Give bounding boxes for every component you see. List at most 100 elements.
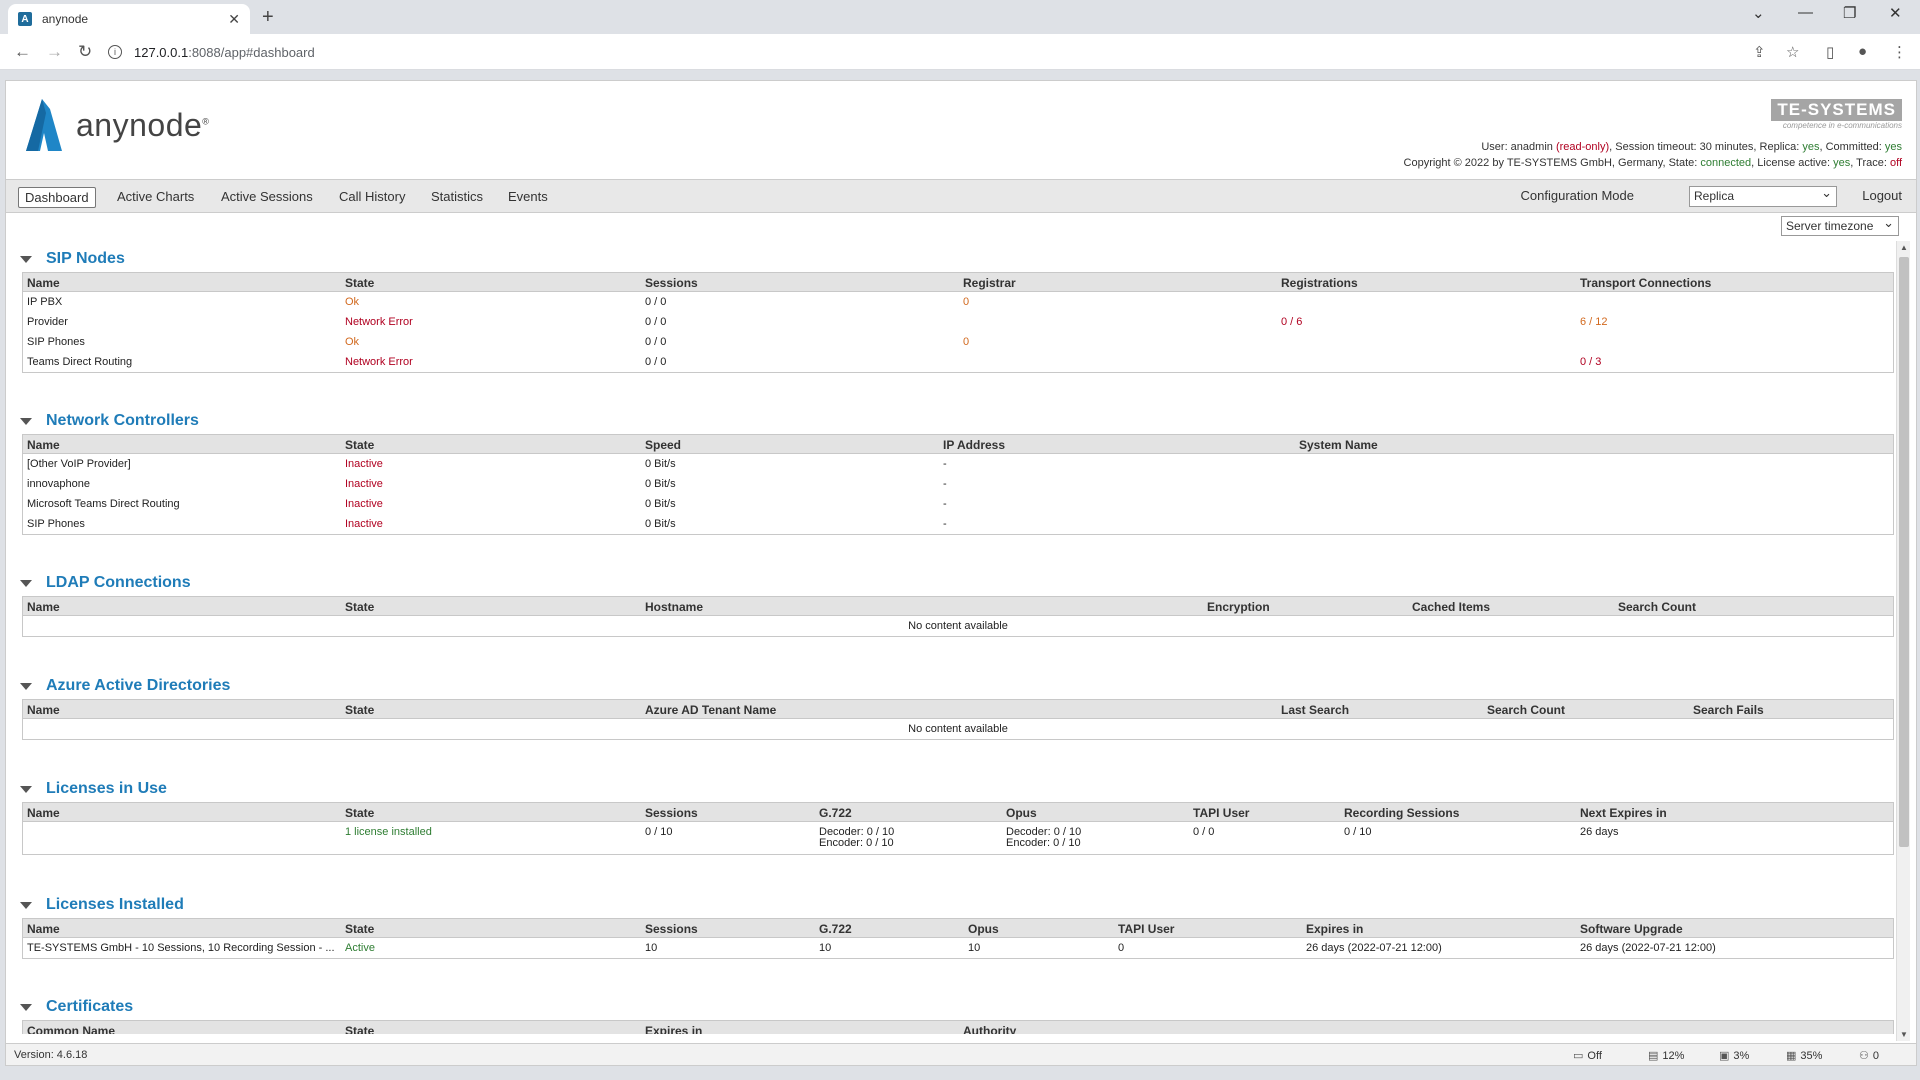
site-info-icon[interactable]: i [108,45,122,59]
col-expires-in[interactable]: Expires in [1306,922,1363,936]
collapse-toggle-icon[interactable] [20,1003,32,1011]
col-system-name[interactable]: System Name [1299,438,1378,452]
timezone-select[interactable]: Server timezone [1781,215,1899,236]
collapse-toggle-icon[interactable] [20,255,32,263]
col-next-expires[interactable]: Next Expires in [1580,806,1667,820]
table-row[interactable]: SIP Phones Ok 0 / 0 0 [23,332,1893,352]
browser-menu-icon[interactable]: ⋮ [1892,43,1907,61]
col-state[interactable]: State [345,922,374,936]
main-menu: Dashboard Active Charts Active Sessions … [6,179,1916,213]
col-speed[interactable]: Speed [645,438,681,452]
col-ip-address[interactable]: IP Address [943,438,1005,452]
scrollbar-thumb[interactable] [1899,257,1909,847]
col-name[interactable]: Name [27,600,60,614]
ldap-header[interactable]: LDAP Connections [14,570,1894,596]
col-recording-sessions[interactable]: Recording Sessions [1344,806,1459,820]
col-g722[interactable]: G.722 [819,806,852,820]
col-tenant-name[interactable]: Azure AD Tenant Name [645,703,776,717]
config-mode-select[interactable]: Replica [1689,185,1837,207]
table-row[interactable]: IP PBX Ok 0 / 0 0 [23,292,1893,312]
reload-icon[interactable]: ↻ [78,42,92,62]
col-state[interactable]: State [345,806,374,820]
col-tapi-user[interactable]: TAPI User [1118,922,1174,936]
table-row[interactable]: SIP Phones Inactive 0 Bit/s - [23,514,1893,534]
collapse-toggle-icon[interactable] [20,785,32,793]
section-title: Licenses Installed [46,896,184,913]
col-opus[interactable]: Opus [968,922,999,936]
col-name[interactable]: Name [27,438,60,452]
col-tapi-user[interactable]: TAPI User [1193,806,1249,820]
col-search-count[interactable]: Search Count [1618,600,1696,614]
side-panel-icon[interactable]: ▯ [1826,43,1834,61]
col-common-name[interactable]: Common Name [27,1024,115,1034]
table-row[interactable]: [Other VoIP Provider] Inactive 0 Bit/s - [23,454,1893,474]
collapse-toggle-icon[interactable] [20,417,32,425]
col-name[interactable]: Name [27,922,60,936]
col-state[interactable]: State [345,276,374,290]
licenses-installed-header[interactable]: Licenses Installed [14,892,1894,918]
col-state[interactable]: State [345,703,374,717]
menu-active-sessions[interactable]: Active Sessions [215,187,319,206]
cell-speed: 0 Bit/s [645,478,676,490]
scroll-down-icon[interactable]: ▼ [1900,1030,1908,1039]
col-opus[interactable]: Opus [1006,806,1037,820]
col-expires-in[interactable]: Expires in [645,1024,702,1034]
bookmark-star-icon[interactable]: ☆ [1786,43,1799,61]
azure-header[interactable]: Azure Active Directories [14,673,1894,699]
menu-statistics[interactable]: Statistics [425,187,489,206]
table-row[interactable]: innovaphone Inactive 0 Bit/s - [23,474,1893,494]
menu-events[interactable]: Events [502,187,554,206]
col-sessions[interactable]: Sessions [645,922,698,936]
col-authority[interactable]: Authority [963,1024,1016,1034]
col-sessions[interactable]: Sessions [645,806,698,820]
col-g722[interactable]: G.722 [819,922,852,936]
menu-dashboard[interactable]: Dashboard [18,187,96,208]
col-state[interactable]: State [345,1024,374,1034]
col-registrar[interactable]: Registrar [963,276,1016,290]
col-software-upgrade[interactable]: Software Upgrade [1580,922,1683,936]
col-state[interactable]: State [345,600,374,614]
minimize-icon[interactable]: — [1798,4,1813,21]
tab-search-icon[interactable]: ⌄ [1752,4,1765,22]
restore-icon[interactable]: ❐ [1843,4,1856,22]
window-close-icon[interactable]: ✕ [1889,4,1902,22]
menu-call-history[interactable]: Call History [333,187,411,206]
col-registrations[interactable]: Registrations [1281,276,1358,290]
certificates-header[interactable]: Certificates [14,994,1894,1020]
col-sessions[interactable]: Sessions [645,276,698,290]
table-row[interactable]: Provider Network Error 0 / 0 0 / 6 6 / 1… [23,312,1893,332]
forward-icon[interactable]: → [46,42,63,62]
sip-nodes-header[interactable]: SIP Nodes [14,246,1894,272]
profile-avatar-icon[interactable]: ● [1858,43,1867,60]
collapse-toggle-icon[interactable] [20,579,32,587]
logout-link[interactable]: Logout [1862,188,1902,203]
browser-tab[interactable]: A anynode ✕ [8,4,250,34]
col-name[interactable]: Name [27,703,60,717]
col-search-fails[interactable]: Search Fails [1693,703,1764,717]
menu-active-charts[interactable]: Active Charts [111,187,200,206]
table-row[interactable]: TE-SYSTEMS GmbH - 10 Sessions, 10 Record… [23,938,1893,958]
col-cached-items[interactable]: Cached Items [1412,600,1490,614]
close-tab-icon[interactable]: ✕ [228,11,240,28]
table-row[interactable]: Teams Direct Routing Network Error 0 / 0… [23,352,1893,372]
licenses-in-use-header[interactable]: Licenses in Use [14,776,1894,802]
network-controllers-header[interactable]: Network Controllers [14,408,1894,434]
col-last-search[interactable]: Last Search [1281,703,1349,717]
col-name[interactable]: Name [27,806,60,820]
col-transport-connections[interactable]: Transport Connections [1580,276,1711,290]
col-name[interactable]: Name [27,276,60,290]
col-search-count[interactable]: Search Count [1487,703,1565,717]
scroll-up-icon[interactable]: ▲ [1900,243,1908,252]
address-bar[interactable]: i 127.0.0.1 :8088/app#dashboard [108,40,1768,64]
col-hostname[interactable]: Hostname [645,600,703,614]
table-row[interactable]: 1 license installed 0 / 10 Decoder: 0 / … [23,822,1893,854]
table-row[interactable]: Microsoft Teams Direct Routing Inactive … [23,494,1893,514]
new-tab-icon[interactable]: + [262,6,274,29]
content-scrollbar[interactable]: ▲ ▼ [1896,241,1910,1041]
col-state[interactable]: State [345,438,374,452]
collapse-toggle-icon[interactable] [20,901,32,909]
back-icon[interactable]: ← [14,42,31,62]
collapse-toggle-icon[interactable] [20,682,32,690]
share-icon[interactable]: ⇪ [1753,43,1766,61]
col-encryption[interactable]: Encryption [1207,600,1270,614]
